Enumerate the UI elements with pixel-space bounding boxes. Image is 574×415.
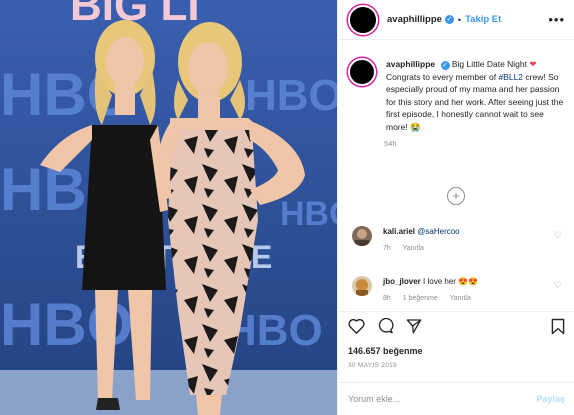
- svg-text:HBO: HBO: [245, 71, 337, 120]
- commenter-avatar[interactable]: [352, 276, 372, 296]
- comment-time: 8h: [383, 295, 391, 302]
- post-comment-button[interactable]: Paylaş: [536, 394, 565, 404]
- commenter-username[interactable]: jbo_jlover: [383, 277, 421, 286]
- comment-mention[interactable]: @saHercoo: [417, 227, 459, 236]
- likes-count[interactable]: 146.657 beğenme: [348, 346, 423, 356]
- post-image[interactable]: BIG LI HBO HBO HBO HBO HBO HBO E LITTLE …: [0, 0, 337, 415]
- verified-icon: ✓: [444, 15, 454, 24]
- more-options-icon[interactable]: •••: [548, 12, 565, 27]
- comment-likes[interactable]: 1 beğenme: [403, 295, 438, 302]
- bookmark-icon[interactable]: [551, 318, 565, 340]
- follow-button[interactable]: Takip Et: [465, 14, 501, 25]
- post-details-panel: avaphillippe ✓ • Takip Et ••• avaphillip…: [337, 0, 574, 415]
- comment-icon[interactable]: [377, 317, 394, 339]
- reply-button[interactable]: Yanıtla: [450, 295, 471, 302]
- comment-like-icon[interactable]: ♡: [554, 230, 562, 241]
- action-bar: [338, 311, 574, 345]
- load-more-comments-button[interactable]: +: [447, 187, 465, 205]
- comment-item: jbo_jlover I love her 😍😍 8h 1 beğenme Ya…: [352, 276, 562, 305]
- add-comment-bar: Yorum ekle... Paylaş: [338, 382, 574, 415]
- commenter-avatar[interactable]: [352, 226, 372, 246]
- svg-text:HBO: HBO: [280, 195, 337, 233]
- separator-dot: •: [457, 14, 462, 25]
- caption-text: avaphillippe ✓ Big Little Date Night ❤ C…: [386, 58, 564, 133]
- hashtag-link[interactable]: #BLL2: [498, 72, 523, 82]
- comment-like-icon[interactable]: ♡: [554, 280, 562, 291]
- caption-part-1: Big Little Date Night: [451, 59, 527, 69]
- reply-button[interactable]: Yanıtla: [403, 245, 424, 252]
- commenter-username[interactable]: kali.ariel: [383, 227, 415, 236]
- crying-emoji: 😭: [410, 121, 421, 132]
- post-header: avaphillippe ✓ • Takip Et •••: [338, 0, 574, 40]
- comment-emoji: 😍😍: [458, 277, 479, 286]
- heart-emoji: ❤: [529, 59, 537, 69]
- author-username[interactable]: avaphillippe: [387, 14, 442, 25]
- comment-input[interactable]: Yorum ekle...: [348, 394, 400, 404]
- premiere-photo: BIG LI HBO HBO HBO HBO HBO HBO E LITTLE …: [0, 0, 337, 415]
- caption-verified-icon: ✓: [440, 61, 450, 70]
- comment-meta: 7h Yanıtla: [383, 243, 554, 255]
- comment-item: kali.ariel @saHercoo 7h Yanıtla ♡: [352, 226, 562, 255]
- author-avatar[interactable]: [348, 4, 378, 35]
- caption-part-2: Congrats to every member of: [386, 71, 497, 82]
- comment-time: 7h: [383, 245, 391, 252]
- caption-avatar[interactable]: [348, 58, 376, 86]
- share-icon[interactable]: [406, 318, 422, 339]
- caption-username[interactable]: avaphillippe: [386, 59, 435, 69]
- post-date: 30 MAYIS 2019: [348, 362, 397, 369]
- like-icon[interactable]: [348, 318, 365, 339]
- comment-text: I love her: [423, 277, 456, 286]
- post-caption: avaphillippe ✓ Big Little Date Night ❤ C…: [348, 58, 568, 148]
- caption-time: 54h: [384, 139, 397, 148]
- comment-meta: 8h 1 beğenme Yanıtla: [383, 293, 554, 305]
